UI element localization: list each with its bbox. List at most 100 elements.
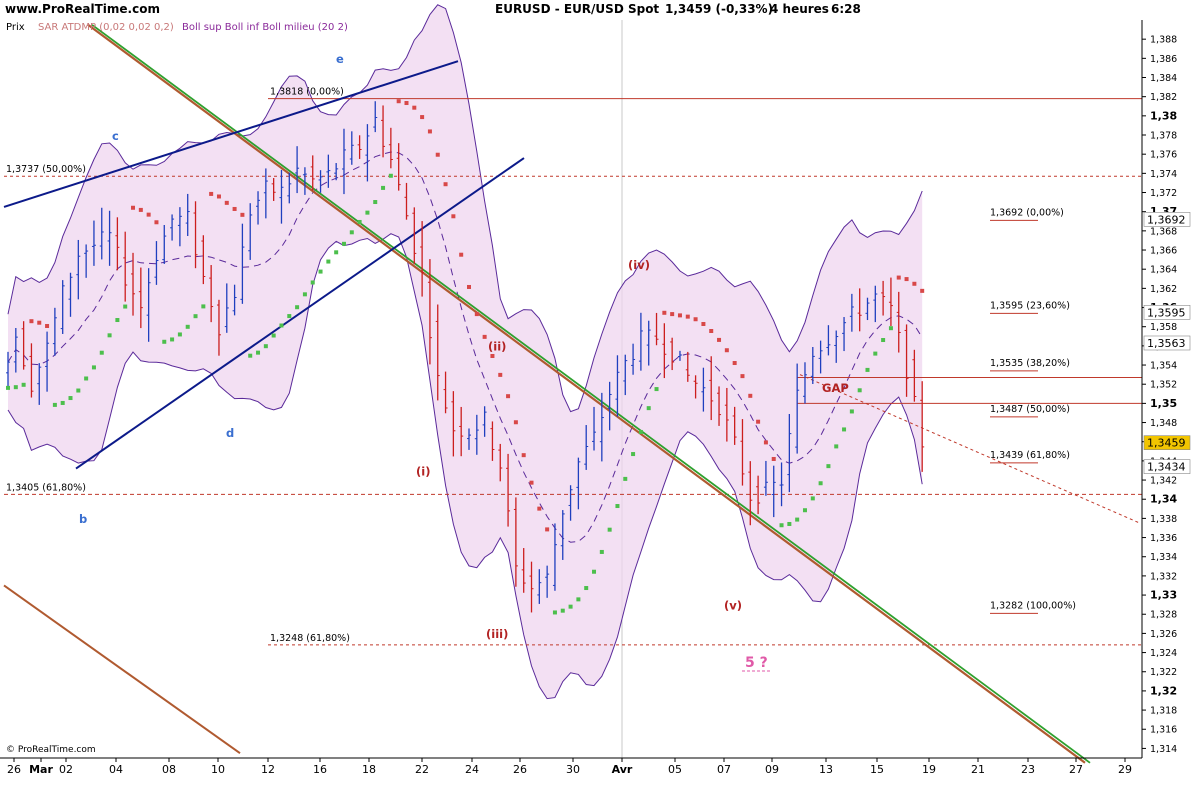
x-tick-label: 21 [971,763,985,776]
sar-dot [826,464,831,469]
wave-label: (v) [724,598,742,612]
x-tick-label: 02 [59,763,73,776]
sar-dot [256,350,261,355]
sar-dot [68,396,73,401]
x-tick-label: 29 [1118,763,1132,776]
sar-dot [349,230,354,235]
y-tick-label: 1,362 [1150,284,1177,295]
sar-dot [506,394,511,399]
y-tick-label: 1,384 [1150,73,1177,84]
y-tick-label: 1,322 [1150,667,1177,678]
sar-dot [177,332,182,337]
sar-dot [123,304,128,309]
price-tag-label: 1,3434 [1147,461,1186,474]
fib-label: 1,3487 (50,00%) [990,404,1070,415]
sar-dot [677,313,682,318]
sar-dot [638,429,643,434]
sar-dot [592,569,597,574]
sar-dot [670,312,675,317]
legend-prix[interactable]: Prix [6,22,25,33]
y-tick-label: 1,342 [1150,476,1177,487]
y-tick-label: 1,366 [1150,246,1177,257]
sar-dot [717,337,722,342]
sar-dot [818,481,823,486]
fib-label: 1,3692 (0,00%) [990,207,1064,218]
y-tick-label: 1,358 [1150,322,1177,333]
x-tick-label: 27 [1069,763,1083,776]
sar-dot [560,608,565,613]
sar-dot [685,314,690,319]
y-tick-label: 1,388 [1150,35,1177,46]
sar-dot [740,374,745,379]
sar-dot [451,214,456,219]
y-tick-label: 1,38 [1150,109,1177,122]
y-tick-label: 1,316 [1150,725,1177,736]
sar-dot [474,312,479,317]
sar-dot [920,288,925,293]
y-tick-label: 1,354 [1150,361,1177,372]
sar-dot [654,387,659,392]
sar-dot [904,277,909,282]
chart-window: 1,3818 (0,00%) 1,3737 (50,00%) 1,3405 (61,… [0,0,1200,800]
x-tick-label: 04 [109,763,123,776]
sar-dot [545,527,550,532]
wave-label: b [79,512,87,526]
sar-dot [341,241,346,246]
price-chart[interactable]: 1,3818 (0,00%) 1,3737 (50,00%) 1,3405 (61,… [0,0,1200,800]
sar-dot [537,506,542,511]
y-tick-label: 1,334 [1150,552,1177,563]
sar-dot [6,385,10,390]
x-tick-label: 05 [668,763,682,776]
sar-dot [115,318,120,323]
sar-dot [865,367,870,372]
last-price: 1,3459 (-0,33%) [665,2,773,16]
price-tag-label: 1,3459 [1147,437,1186,450]
x-tick-label: Mar [29,763,53,776]
sar-dot [13,385,18,390]
sar-dot [334,250,339,255]
sar-dot [599,549,604,554]
site-label[interactable]: www.ProRealTime.com [5,2,160,16]
y-tick-label: 1,382 [1150,92,1177,103]
sar-dot [91,365,96,370]
sar-dot [646,406,651,411]
sar-dot [631,452,636,457]
sar-dot [482,334,487,339]
sar-dot [302,292,307,297]
legend-bollinger[interactable]: Boll sup Boll inf Boll milieu (20 2) [182,22,348,33]
sar-dot [513,420,518,425]
sar-dot [521,453,526,458]
sar-dot [37,320,42,325]
sar-dot [29,319,34,324]
sar-dot [459,252,464,257]
legend-sar[interactable]: SAR ATDMP (0,02 0,02 0,2) [38,22,174,33]
x-tick-label: Avr [612,763,633,776]
sar-dot [693,317,698,322]
sar-dot [834,444,839,449]
x-tick-label: 30 [566,763,580,776]
sar-dot [810,496,815,501]
y-tick-label: 1,326 [1150,629,1177,640]
fib-label: 1,3248 (61,80%) [270,633,350,644]
sar-dot [763,440,768,445]
sar-dot [357,219,362,224]
wave-label: (i) [416,464,430,478]
sar-dot [701,321,706,326]
sar-dot [873,351,878,356]
wave-label: GAP [822,381,849,395]
y-tick-label: 1,328 [1150,610,1177,621]
sar-dot [263,344,268,349]
price-tag-label: 1,3692 [1147,213,1186,226]
sar-dot [146,212,151,217]
fib-label: 1,3405 (61,80%) [6,482,86,493]
sar-dot [787,521,792,526]
sar-dot [209,191,214,196]
y-tick-label: 1,348 [1150,418,1177,429]
y-tick-label: 1,386 [1150,54,1177,65]
sar-dot [310,280,315,285]
sar-dot [279,323,284,328]
sar-dot [21,382,26,387]
x-tick-label: 19 [922,763,936,776]
sar-dot [295,305,300,310]
wave-label: (iii) [486,627,508,641]
